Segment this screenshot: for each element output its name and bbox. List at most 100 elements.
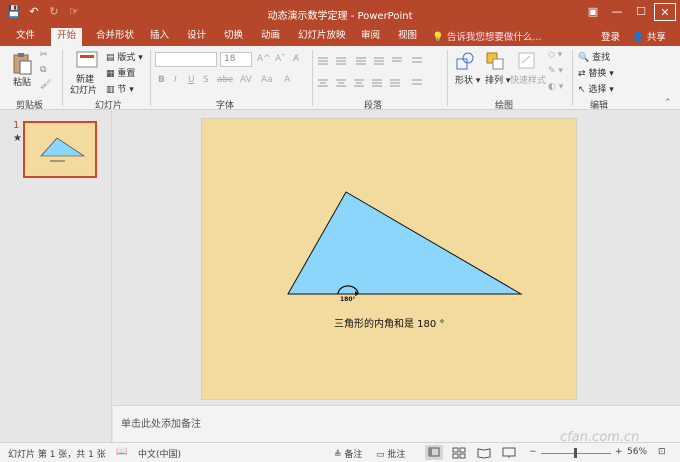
tab-home[interactable]: 开始 — [51, 28, 83, 46]
clear-format-icon[interactable]: A̸ — [293, 54, 299, 64]
notes-icon: ≜ — [334, 450, 345, 460]
arrange-button[interactable]: 排列 ▾ — [485, 73, 510, 86]
section-button[interactable]: ▥ 节 ▾ — [106, 82, 134, 95]
tab-view[interactable]: 视图 — [392, 29, 423, 46]
search-icon: 🔍 — [578, 53, 593, 63]
shapes-button[interactable]: 形状 ▾ — [455, 73, 480, 86]
shape-outline-icon[interactable]: ✎ ▾ — [548, 66, 563, 76]
copy-icon[interactable]: ⧉ — [40, 65, 46, 75]
zoom-out-button[interactable]: − — [529, 447, 537, 457]
close-button[interactable]: ✕ — [654, 3, 676, 21]
slide-canvas[interactable]: 180° 三角形的内角和是 180 ° — [202, 119, 576, 399]
title-bar: 💾 ↶ ↻ ☞ 动态演示数学定理 - PowerPoint ▣ — ☐ ✕ — [0, 0, 680, 26]
share-label: 共享 — [646, 32, 666, 43]
reading-view-button[interactable] — [475, 445, 493, 460]
tell-me-search[interactable]: 💡 告诉我您想要做什么... — [432, 29, 541, 43]
minimize-button[interactable]: — — [606, 3, 628, 21]
zoom-in-button[interactable]: + — [615, 447, 623, 457]
slide-editing-area: 180° 三角形的内角和是 180 ° — [113, 111, 680, 405]
new-slide-icon[interactable] — [76, 51, 98, 69]
layout-icon: ▤ — [106, 53, 118, 63]
group-label-slides: 幻灯片 — [95, 101, 123, 111]
paste-icon[interactable] — [11, 52, 33, 76]
paragraph-controls-icon[interactable] — [316, 54, 440, 94]
arrange-icon[interactable] — [485, 51, 505, 71]
quick-styles-button[interactable]: 快速样式 — [510, 73, 546, 86]
group-label-paragraph: 段落 — [364, 101, 383, 111]
replace-button[interactable]: ⇄ 替换 ▾ — [578, 66, 614, 79]
triangle-shape — [287, 191, 523, 295]
normal-view-icon — [428, 447, 440, 457]
tab-design[interactable]: 设计 — [181, 29, 212, 46]
slide-thumbnail[interactable] — [23, 121, 97, 178]
zoom-slider-thumb[interactable] — [574, 448, 577, 458]
select-button[interactable]: ↖ 选择 ▾ — [578, 82, 614, 95]
shadow-button[interactable]: S — [203, 75, 209, 85]
reset-icon: ▦ — [106, 69, 118, 79]
select-icon: ↖ — [578, 85, 589, 95]
normal-view-button[interactable] — [425, 445, 443, 460]
window-controls: ▣ — ☐ ✕ — [582, 3, 676, 21]
language-indicator[interactable]: 中文(中国) — [138, 447, 181, 460]
quick-styles-icon[interactable] — [516, 51, 538, 71]
font-color-button[interactable]: A — [284, 75, 290, 85]
tab-file[interactable]: 文件 — [10, 29, 41, 46]
cut-icon[interactable]: ✂ — [40, 50, 48, 60]
char-spacing-button[interactable]: AV — [240, 75, 252, 85]
ribbon-home: 粘贴 ✂ ⧉ 🖌 剪贴板 新建 幻灯片 ▤ 版式 ▾ ▦ 重置 ▥ 节 ▾ 幻灯… — [0, 46, 680, 111]
shrink-font-icon[interactable]: Aˇ — [275, 54, 286, 64]
slide-caption[interactable]: 三角形的内角和是 180 ° — [334, 315, 444, 330]
notes-toggle[interactable]: ≜ 备注 — [334, 447, 362, 460]
font-name-input[interactable] — [155, 52, 217, 67]
animation-star-icon: ★ — [13, 133, 22, 144]
angle-label: 180° — [340, 296, 356, 303]
slideshow-view-button[interactable] — [500, 445, 518, 460]
spellcheck-icon[interactable]: 📖 — [116, 447, 127, 457]
ribbon-divider — [447, 50, 448, 106]
triangle-diagram: 180° — [287, 191, 523, 303]
tab-animations[interactable]: 动画 — [255, 29, 286, 46]
comment-icon: ▭ — [376, 450, 388, 460]
share-button[interactable]: 👤 共享 — [632, 29, 666, 43]
bold-button[interactable]: B — [158, 75, 165, 85]
slide-number: 1 — [13, 120, 20, 131]
sorter-view-icon — [452, 447, 466, 459]
login-button[interactable]: 登录 — [601, 29, 620, 43]
ribbon-divider — [312, 50, 313, 106]
maximize-button[interactable]: ☐ — [630, 3, 652, 21]
grow-font-icon[interactable]: A^ — [257, 54, 271, 64]
shapes-icon[interactable] — [455, 51, 475, 71]
ribbon-display-icon[interactable]: ▣ — [582, 3, 604, 21]
person-icon: 👤 — [632, 32, 644, 43]
tab-merge-shapes[interactable]: 合并形状 — [90, 29, 140, 46]
notes-placeholder[interactable]: 单击此处添加备注 — [121, 415, 201, 430]
tab-review[interactable]: 审阅 — [355, 29, 386, 46]
shape-fill-icon[interactable]: ◇ ▾ — [548, 50, 562, 60]
tab-insert[interactable]: 插入 — [144, 29, 175, 46]
reading-view-icon — [477, 448, 491, 459]
underline-button[interactable]: U — [188, 75, 195, 85]
watermark-logo: cfan.com.cn — [560, 430, 640, 445]
group-label-editing: 编辑 — [590, 101, 609, 111]
slide-counter: 幻灯片 第 1 张，共 1 张 — [8, 450, 106, 460]
slide-thumbnails-pane: 1 ★ — [0, 111, 112, 442]
strikethrough-button[interactable]: abc — [217, 75, 233, 85]
tab-slideshow[interactable]: 幻灯片放映 — [292, 29, 352, 46]
shape-effects-icon[interactable]: ◐ ▾ — [548, 82, 563, 92]
sorter-view-button[interactable] — [450, 445, 468, 460]
format-painter-icon[interactable]: 🖌 — [40, 80, 51, 90]
layout-button[interactable]: ▤ 版式 ▾ — [106, 50, 143, 63]
ribbon-tabs: 文件 开始 合并形状 插入 设计 切换 动画 幻灯片放映 审阅 视图 💡 告诉我… — [0, 26, 680, 46]
tab-transitions[interactable]: 切换 — [218, 29, 249, 46]
fit-slide-icon[interactable]: ⊡ — [658, 447, 666, 457]
comments-toggle[interactable]: ▭ 批注 — [376, 447, 405, 460]
collapse-ribbon-icon[interactable]: ⌃ — [664, 98, 672, 108]
paste-button[interactable]: 粘贴 — [13, 75, 31, 88]
font-size-input[interactable]: 18 — [220, 52, 252, 67]
italic-button[interactable]: I — [174, 75, 177, 85]
zoom-level[interactable]: 56% — [627, 447, 647, 457]
find-button[interactable]: 🔍 查找 — [578, 50, 610, 63]
window-title: 动态演示数学定理 - PowerPoint — [267, 11, 413, 22]
reset-button[interactable]: ▦ 重置 — [106, 66, 135, 79]
change-case-button[interactable]: Aa — [261, 75, 273, 85]
